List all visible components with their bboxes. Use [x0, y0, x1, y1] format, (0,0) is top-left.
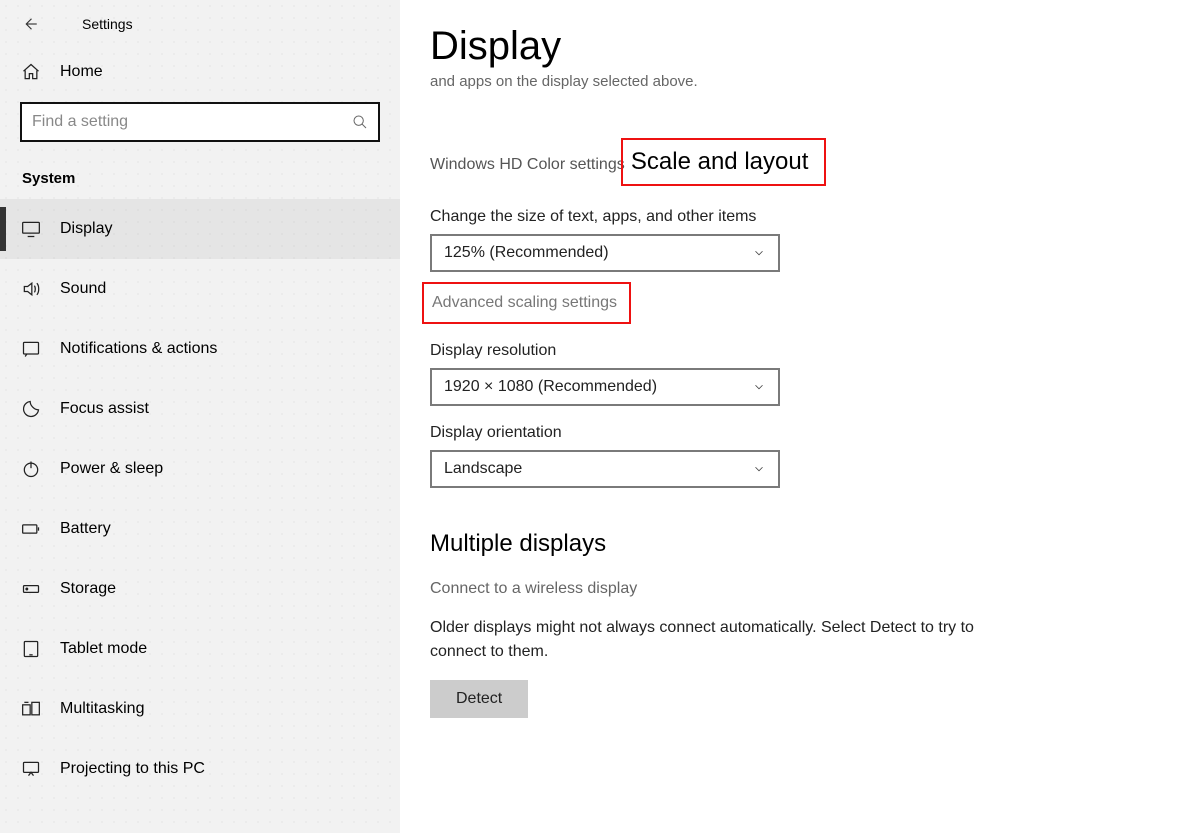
display-icon: [20, 218, 42, 240]
power-icon: [20, 458, 42, 480]
nav-item-label: Display: [60, 220, 112, 238]
nav-item-label: Multitasking: [60, 700, 144, 718]
nav-item-label: Focus assist: [60, 400, 149, 418]
text-size-value: 125% (Recommended): [444, 244, 609, 262]
highlight-advanced-scaling: Advanced scaling settings: [422, 282, 631, 324]
nav-item-battery[interactable]: Battery: [0, 499, 400, 559]
orientation-label: Display orientation: [430, 424, 1159, 442]
text-size-dropdown[interactable]: 125% (Recommended): [430, 234, 780, 272]
chevron-down-icon: [752, 380, 766, 394]
nav-item-storage[interactable]: Storage: [0, 559, 400, 619]
back-arrow-icon: [21, 15, 39, 33]
multiple-displays-heading: Multiple displays: [430, 530, 1159, 558]
multitasking-icon: [20, 698, 42, 720]
nav-item-focus[interactable]: Focus assist: [0, 379, 400, 439]
hd-color-link[interactable]: Windows HD Color settings: [430, 156, 625, 174]
sidebar: Settings Home System Display Sound: [0, 0, 400, 833]
category-header: System: [0, 142, 400, 199]
battery-icon: [20, 518, 42, 540]
truncated-description: and apps on the display selected above.: [430, 73, 1159, 90]
tablet-icon: [20, 638, 42, 660]
nav-item-label: Sound: [60, 280, 106, 298]
search-box[interactable]: [20, 102, 380, 142]
resolution-dropdown[interactable]: 1920 × 1080 (Recommended): [430, 368, 780, 406]
detect-button[interactable]: Detect: [430, 680, 528, 718]
nav-item-notifications[interactable]: Notifications & actions: [0, 319, 400, 379]
header-row: Settings: [0, 0, 400, 48]
sound-icon: [20, 278, 42, 300]
focus-icon: [20, 398, 42, 420]
nav-item-sound[interactable]: Sound: [0, 259, 400, 319]
nav-item-display[interactable]: Display: [0, 199, 400, 259]
older-displays-text: Older displays might not always connect …: [430, 616, 990, 664]
search-wrap: [20, 102, 380, 142]
nav-item-power[interactable]: Power & sleep: [0, 439, 400, 499]
resolution-value: 1920 × 1080 (Recommended): [444, 378, 657, 396]
projecting-icon: [20, 758, 42, 780]
search-icon: [352, 114, 368, 130]
advanced-scaling-link[interactable]: Advanced scaling settings: [432, 294, 617, 312]
notifications-icon: [20, 338, 42, 360]
nav-list: Display Sound Notifications & actions Fo…: [0, 199, 400, 799]
back-button[interactable]: [18, 12, 42, 36]
orientation-dropdown[interactable]: Landscape: [430, 450, 780, 488]
storage-icon: [20, 578, 42, 600]
nav-home-label: Home: [60, 63, 103, 81]
nav-item-label: Tablet mode: [60, 640, 147, 658]
main-content: Display and apps on the display selected…: [400, 0, 1189, 833]
nav-item-label: Notifications & actions: [60, 340, 217, 358]
text-size-label: Change the size of text, apps, and other…: [430, 208, 1159, 226]
nav-home[interactable]: Home: [0, 48, 400, 96]
nav-item-label: Storage: [60, 580, 116, 598]
wireless-display-link[interactable]: Connect to a wireless display: [430, 580, 637, 598]
home-icon: [20, 62, 42, 82]
chevron-down-icon: [752, 246, 766, 260]
nav-item-label: Battery: [60, 520, 111, 538]
nav-item-label: Projecting to this PC: [60, 760, 205, 778]
chevron-down-icon: [752, 462, 766, 476]
nav-item-tablet[interactable]: Tablet mode: [0, 619, 400, 679]
nav-item-projecting[interactable]: Projecting to this PC: [0, 739, 400, 799]
search-input[interactable]: [32, 113, 352, 131]
orientation-value: Landscape: [444, 460, 522, 478]
scale-layout-heading: Scale and layout: [631, 148, 808, 176]
highlight-scale-heading: Scale and layout: [621, 138, 826, 186]
resolution-label: Display resolution: [430, 342, 1159, 360]
nav-item-label: Power & sleep: [60, 460, 163, 478]
app-title: Settings: [82, 16, 133, 32]
nav-item-multitasking[interactable]: Multitasking: [0, 679, 400, 739]
page-title: Display: [430, 24, 1159, 69]
